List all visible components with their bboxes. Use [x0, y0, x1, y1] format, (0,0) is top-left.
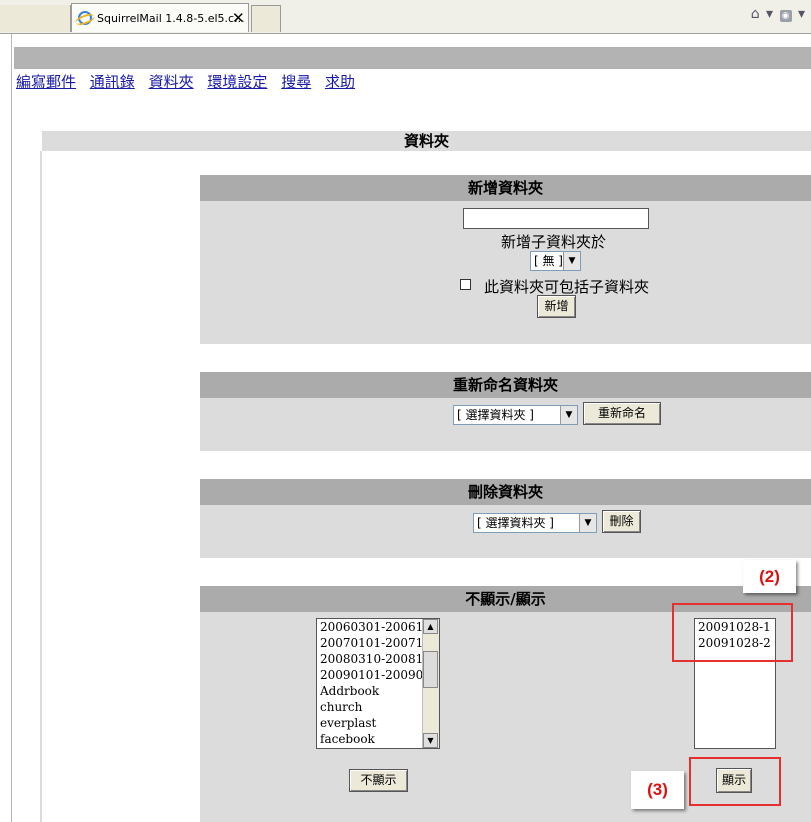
- list-item[interactable]: facebook: [317, 731, 439, 747]
- hide-folder-button[interactable]: 不顯示: [349, 769, 408, 792]
- new-folder-header: 新增資料夾: [200, 175, 811, 201]
- main-nav: 編寫郵件 通訊錄 資料夾 環境設定 搜尋 求助: [16, 71, 364, 92]
- rename-folder-value: [ 選擇資料夾 ]: [457, 408, 534, 422]
- tab-title: SquirrelMail 1.4.8-5.el5.c...: [97, 12, 245, 25]
- chevron-down-icon: ▼: [563, 252, 580, 270]
- browser-tab-bar: SquirrelMail 1.4.8-5.el5.c... ✕ ⌂ ▾ ◉ ▾: [0, 0, 811, 34]
- new-folder-name-input[interactable]: [463, 208, 649, 229]
- nav-addresses-link[interactable]: 通訊錄: [90, 73, 135, 91]
- rename-folder-select[interactable]: [ 選擇資料夾 ] ▼: [453, 405, 578, 425]
- page-left-border: [11, 34, 12, 822]
- nav-folders-link[interactable]: 資料夾: [149, 73, 194, 91]
- annotation-highlight-box: [672, 603, 793, 662]
- new-tab-button[interactable]: [251, 5, 281, 32]
- browser-tab-blank[interactable]: [0, 5, 71, 32]
- delete-folder-value: [ 選擇資料夾 ]: [477, 516, 554, 530]
- delete-folder-header: 刪除資料夾: [200, 479, 811, 505]
- nav-help-link[interactable]: 求助: [325, 73, 355, 91]
- chevron-down-icon: ▼: [560, 406, 577, 424]
- annotation-label: (2): [743, 560, 796, 593]
- delete-folder-button[interactable]: 刪除: [602, 510, 641, 533]
- annotation-label: (3): [631, 771, 684, 809]
- scroll-thumb[interactable]: [423, 651, 438, 688]
- chevron-down-icon: ▼: [579, 514, 596, 532]
- visible-folders-listbox[interactable]: 20060301-20061231 20070101-20071015 2008…: [316, 618, 440, 749]
- list-item[interactable]: everplast: [317, 715, 439, 731]
- can-contain-subfolders-checkbox[interactable]: [460, 279, 471, 290]
- content-left-border: [40, 151, 42, 822]
- parent-folder-value: [ 無 ]: [534, 254, 563, 268]
- can-contain-subfolders-label: 此資料夾可包括子資料夾: [484, 278, 650, 296]
- list-item[interactable]: Addrbook: [317, 683, 439, 699]
- top-bar: [14, 47, 811, 69]
- list-item[interactable]: 20090101-20090930: [317, 667, 439, 683]
- list-item[interactable]: 20060301-20061231: [317, 619, 439, 635]
- ie-icon: [78, 11, 92, 25]
- close-icon[interactable]: ✕: [232, 9, 245, 27]
- nav-search-link[interactable]: 搜尋: [281, 73, 311, 91]
- listbox-scrollbar[interactable]: ▲ ▼: [422, 619, 439, 748]
- home-icon[interactable]: ⌂: [751, 6, 760, 22]
- browser-tab-active[interactable]: SquirrelMail 1.4.8-5.el5.c... ✕: [71, 3, 249, 32]
- chevron-down-icon[interactable]: ▾: [798, 6, 805, 22]
- list-item[interactable]: 20080310-20081231: [317, 651, 439, 667]
- rss-icon[interactable]: ◉: [779, 10, 792, 22]
- chevron-down-icon[interactable]: ▾: [766, 6, 773, 22]
- delete-folder-select[interactable]: [ 選擇資料夾 ] ▼: [473, 513, 597, 533]
- nav-options-link[interactable]: 環境設定: [207, 73, 267, 91]
- page-title: 資料夾: [42, 131, 811, 151]
- rename-folder-button[interactable]: 重新命名: [583, 402, 661, 425]
- list-item[interactable]: church: [317, 699, 439, 715]
- scroll-down-icon[interactable]: ▼: [423, 733, 438, 748]
- annotation-highlight-box: [689, 757, 781, 806]
- add-folder-button[interactable]: 新增: [537, 295, 576, 318]
- scroll-up-icon[interactable]: ▲: [423, 619, 438, 634]
- list-item[interactable]: 20070101-20071015: [317, 635, 439, 651]
- parent-folder-select[interactable]: [ 無 ] ▼: [530, 251, 581, 271]
- browser-toolbar: ⌂ ▾ ◉ ▾: [749, 6, 805, 22]
- rename-folder-header: 重新命名資料夾: [200, 372, 811, 398]
- nav-compose-link[interactable]: 編寫郵件: [16, 73, 76, 91]
- subfolder-of-label: 新增子資料夾於: [501, 233, 607, 251]
